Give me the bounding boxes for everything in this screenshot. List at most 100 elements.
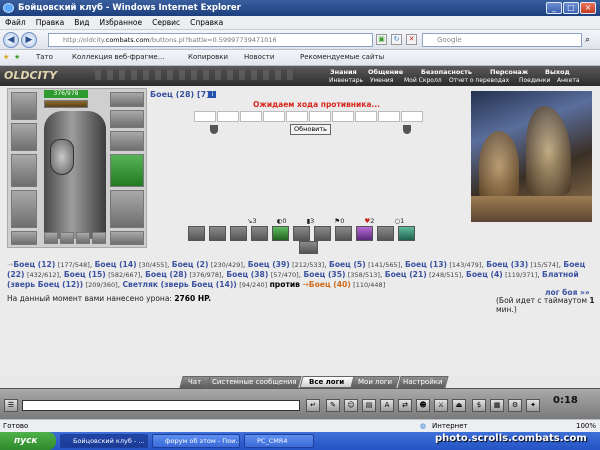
action-slot-icon[interactable]	[293, 226, 310, 241]
fight-icon[interactable]: ⚔	[434, 399, 448, 412]
money-icon[interactable]: $	[472, 399, 486, 412]
friends-icon[interactable]: ☻	[416, 399, 430, 412]
scroll-slot[interactable]	[263, 111, 285, 122]
ring1-slot-icon[interactable]	[44, 232, 58, 244]
menu-file[interactable]: Файл	[0, 16, 31, 29]
team1-fighter[interactable]: Боец (38)	[226, 270, 268, 279]
scroll-slot[interactable]	[378, 111, 400, 122]
inventory-icon[interactable]: ▦	[490, 399, 504, 412]
translit-icon[interactable]: ⇄	[398, 399, 412, 412]
scroll-slot[interactable]	[355, 111, 377, 122]
subnav-inventory[interactable]: Инвентарь	[329, 77, 363, 85]
nav-exit[interactable]: Выход	[545, 68, 570, 76]
compat-view-icon[interactable]: ▣	[376, 34, 387, 45]
weapon-slot-icon[interactable]	[11, 154, 37, 187]
fav-recommended[interactable]: Рекомендуемые сайты	[300, 50, 384, 65]
ring3-slot-icon[interactable]	[76, 232, 90, 244]
nav-security[interactable]: Безопасность	[421, 68, 472, 76]
menu-favorites[interactable]: Избранное	[95, 16, 148, 29]
action-slot-icon[interactable]	[335, 226, 352, 241]
refresh-icon[interactable]: ↻	[391, 34, 402, 45]
scroll-slot[interactable]	[240, 111, 262, 122]
scroll-slot[interactable]	[217, 111, 239, 122]
favorites-star-icon[interactable]: ★	[3, 50, 9, 65]
menu-tools[interactable]: Сервис	[147, 16, 185, 29]
subnav-skills[interactable]: Умения	[370, 77, 393, 85]
bracer-slot-icon[interactable]	[11, 123, 37, 151]
action-slot-icon[interactable]	[299, 241, 318, 254]
close-button[interactable]: ×	[580, 2, 596, 14]
tab-all-logs[interactable]: Все логи	[299, 376, 355, 388]
team2-fighter[interactable]: Боец (40)	[309, 280, 351, 289]
menu-edit[interactable]: Правка	[31, 16, 70, 29]
action-slot-icon[interactable]	[188, 226, 205, 241]
scroll-slot[interactable]	[286, 111, 308, 122]
action-slot-icon[interactable]	[314, 226, 331, 241]
ring4-slot-icon[interactable]	[92, 232, 106, 244]
team1-fighter[interactable]: Боец (28)	[145, 270, 187, 279]
team1-fighter[interactable]: Боец (5)	[329, 260, 366, 269]
menu-help[interactable]: Справка	[185, 16, 228, 29]
gloves-slot-icon[interactable]	[110, 131, 144, 151]
minimize-button[interactable]: _	[546, 2, 562, 14]
back-arrow-icon[interactable]: ◀	[3, 32, 19, 48]
zoom-level[interactable]: 100%	[576, 420, 596, 432]
action-slot-icon[interactable]	[377, 226, 394, 241]
chat-input[interactable]	[22, 400, 300, 411]
action-slot-icon[interactable]	[356, 226, 373, 241]
tab-settings[interactable]: Настройки	[397, 376, 449, 388]
scroll-slot[interactable]	[401, 111, 423, 122]
nav-communication[interactable]: Общение	[368, 68, 403, 76]
maximize-button[interactable]: □	[563, 2, 579, 14]
action-slot-icon[interactable]	[272, 226, 289, 241]
action-slot-icon[interactable]	[251, 226, 268, 241]
tab-system[interactable]: Системные сообщения	[206, 376, 302, 388]
exit-icon[interactable]: ⏏	[452, 399, 466, 412]
task-combats[interactable]: Бойцовский клуб - ...	[60, 434, 148, 448]
ring2-slot-icon[interactable]	[60, 232, 74, 244]
team1-fighter[interactable]: Боец (39)	[248, 260, 290, 269]
team1-fighter[interactable]: Боец (14)	[95, 260, 137, 269]
refresh-button[interactable]: Обновить	[290, 124, 331, 135]
armor-slot-icon[interactable]	[11, 190, 37, 228]
subnav-transfers[interactable]: Отчет о переводах	[449, 77, 509, 85]
belt-slot-icon[interactable]	[11, 231, 37, 245]
fav-tato[interactable]: Тато	[36, 50, 53, 65]
team1-fighter[interactable]: Боец (15)	[64, 270, 106, 279]
settings-icon[interactable]: ⚙	[508, 399, 522, 412]
filter-icon[interactable]: ▤	[362, 399, 376, 412]
nav-knowledge[interactable]: Знания	[330, 68, 357, 76]
fav-news[interactable]: Новости	[244, 50, 274, 65]
subnav-duels[interactable]: Поединки	[519, 77, 550, 85]
scroll-slot[interactable]	[194, 111, 216, 122]
start-button[interactable]: пуск	[0, 432, 56, 450]
boots-slot-icon[interactable]	[110, 231, 144, 245]
smile-icon[interactable]: ☺	[344, 399, 358, 412]
send-icon[interactable]: ↵	[306, 399, 320, 412]
forward-arrow-icon[interactable]: ▶	[21, 32, 37, 48]
leggings-slot-icon[interactable]	[110, 190, 144, 228]
team1-fighter[interactable]: Боец (2)	[172, 260, 209, 269]
subnav-profile[interactable]: Анкета	[557, 77, 580, 85]
fav-copy[interactable]: Копировки	[188, 50, 228, 65]
scroll-slot[interactable]	[309, 111, 331, 122]
action-slot-icon[interactable]	[209, 226, 226, 241]
amulet-slot-icon[interactable]	[110, 92, 144, 107]
tab-my-logs[interactable]: Мои логи	[350, 376, 400, 388]
task-pc[interactable]: PC_CMR4	[244, 434, 314, 448]
team1-fighter[interactable]: Боец (12)	[13, 260, 55, 269]
clear-icon[interactable]: ✎	[326, 399, 340, 412]
action-slot-icon[interactable]	[398, 226, 415, 241]
menu-view[interactable]: Вид	[69, 16, 94, 29]
chat-menu-icon[interactable]: ☰	[4, 399, 18, 412]
team1-fighter[interactable]: Боец (4)	[466, 270, 503, 279]
fav-collection[interactable]: Коллекция веб-фрагме...	[72, 50, 164, 65]
team1-fighter[interactable]: Боец (33)	[486, 260, 528, 269]
subnav-myscroll[interactable]: Мой Скролл	[404, 77, 442, 85]
team1-fighter[interactable]: Боец (13)	[405, 260, 447, 269]
helmet-slot-icon[interactable]	[11, 92, 37, 120]
earring-slot-icon[interactable]	[110, 110, 144, 128]
action-slot-icon[interactable]	[230, 226, 247, 241]
magic-icon[interactable]: ✦	[526, 399, 540, 412]
team1-fighter[interactable]: Боец (35)	[304, 270, 346, 279]
